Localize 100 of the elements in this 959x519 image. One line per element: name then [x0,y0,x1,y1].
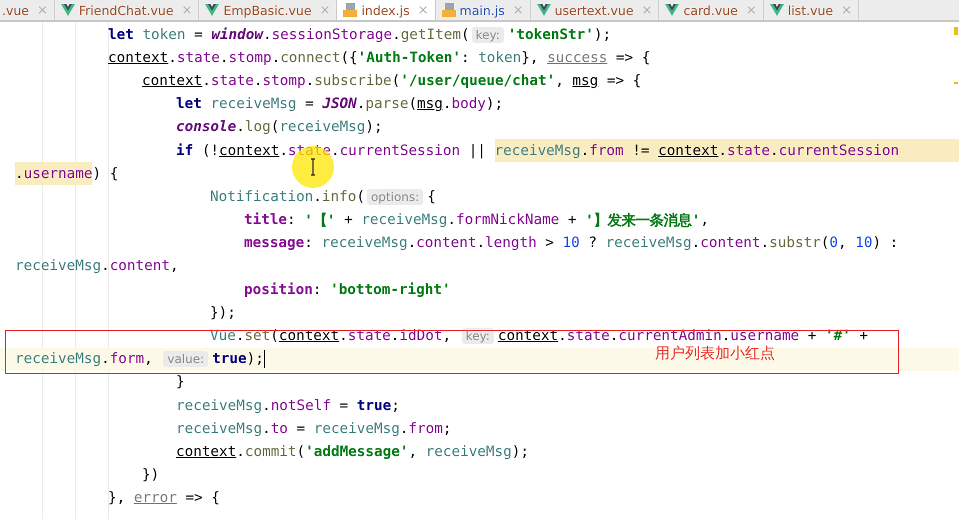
punctuation: : [287,212,297,228]
vue-icon [60,4,75,16]
punctuation: => { [606,72,642,89]
global-object: window [211,26,263,43]
method-name: getItem [400,26,461,43]
punctuation: . [447,212,456,228]
property: stomp [228,50,272,66]
punctuation: ; [391,398,400,414]
punctuation: }, [108,490,126,506]
punctuation: . [722,328,730,344]
punctuation: = [193,26,204,43]
property: state [566,328,610,344]
editor-tab[interactable]: card.vue × [659,0,764,20]
identifier: receiveMsg [176,420,262,437]
identifier: context [142,72,202,89]
punctuation: . [718,142,727,159]
punctuation: = [304,96,315,112]
vue-icon [536,4,551,16]
punctuation: . [306,72,314,89]
parameter: error [134,490,177,506]
identifier: receiveMsg [210,96,297,112]
punctuation: . [101,351,110,368]
punctuation: ( [460,26,470,43]
property: sessionStorage [272,26,392,43]
property: state [726,142,770,159]
punctuation: , [408,444,418,460]
text-caret [264,350,265,368]
identifier: context [108,50,168,66]
parameter-hint: key: [472,26,504,43]
punctuation: ); [512,444,529,460]
editor-tab[interactable]: usertext.vue × [530,0,660,20]
punctuation: . [262,398,271,414]
punctuation: }) [142,467,160,484]
vue-icon [770,4,784,16]
editor-tab[interactable]: index.js × [337,0,436,20]
punctuation: . [392,26,401,43]
punctuation: ({ [340,50,358,66]
identifier: token [478,50,522,66]
vue-icon [205,4,220,16]
punctuation: , [555,72,565,89]
punctuation: . [408,235,416,252]
property: currentSession [778,142,900,159]
object-key: message [244,235,304,252]
punctuation: ); [246,351,264,368]
property: state [176,50,220,66]
identifier: receiveMsg [494,142,581,159]
method-name: substr [769,235,821,252]
punctuation: ( [356,188,365,205]
property: from [589,142,624,159]
punctuation: } [176,374,185,390]
identifier: Vue [210,328,236,344]
punctuation: ); [486,96,504,112]
method-name: connect [280,50,340,66]
punctuation: . [220,50,229,66]
punctuation: . [442,96,452,112]
warning-stripe-mark[interactable] [954,82,958,84]
parameter: success [547,50,608,66]
string-literal: '【' [304,212,336,230]
punctuation: ( [392,72,400,89]
property: content [416,235,476,252]
identifier: receiveMsg [321,235,408,252]
punctuation: ); [365,119,383,136]
punctuation: . [279,142,288,159]
editor-tab[interactable]: main.js × [436,0,531,20]
identifier: context [219,142,280,159]
string-literal: 'bottom-right' [330,282,451,298]
editor-tab[interactable]: FriendChat.vue × [54,0,200,20]
punctuation: . [770,142,779,159]
punctuation: { [427,188,436,205]
identifier: msg [572,72,598,89]
punctuation: || [468,142,487,159]
punctuation: . [339,328,348,344]
punctuation: . [580,142,590,159]
punctuation: . [254,72,263,89]
property: username [24,166,92,182]
editor-tab[interactable]: .vue × [0,0,55,20]
punctuation: : [304,235,314,252]
punctuation: . [236,444,245,460]
property: state [210,72,254,89]
punctuation: , [700,212,709,228]
method-name: parse [365,96,408,112]
warning-stripe-mark[interactable] [954,27,958,35]
global-object: console [176,119,236,136]
annotation-text: 用户列表加小红点 [655,344,775,363]
punctuation: . [760,235,770,252]
editor-tab[interactable]: list.vue × [764,0,859,20]
punctuation: . [236,119,245,136]
method-name: info [322,188,356,205]
punctuation: , [442,328,452,344]
identifier: token [142,26,186,43]
global-object: JSON [322,96,357,112]
punctuation: , [838,235,848,252]
punctuation: = [338,398,350,414]
object-key: position [244,282,313,298]
js-file-icon [442,3,456,17]
property: content [700,235,761,252]
punctuation: . [313,188,322,205]
identifier: context [658,142,718,159]
punctuation: ( [296,444,306,460]
method-name: log [244,119,271,136]
